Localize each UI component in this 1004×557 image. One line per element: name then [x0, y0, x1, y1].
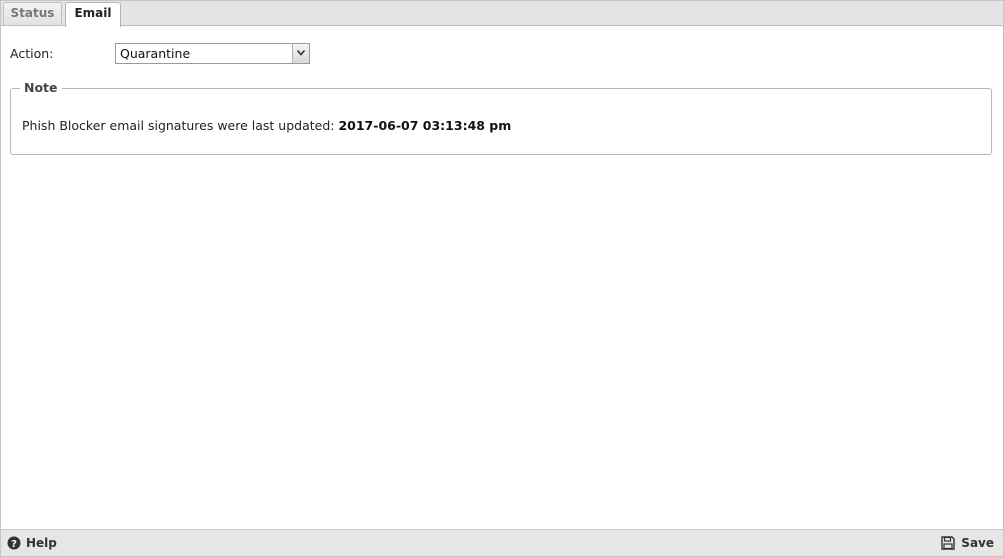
settings-panel: Status Email Action: Quarantine Note Phi…	[0, 0, 1004, 557]
svg-text:?: ?	[11, 539, 17, 550]
tab-bar: Status Email	[1, 1, 1003, 27]
note-text: Phish Blocker email signatures were last…	[22, 118, 511, 133]
chevron-down-icon[interactable]	[292, 44, 309, 63]
note-fieldset: Note Phish Blocker email signatures were…	[10, 81, 992, 155]
floppy-disk-icon	[941, 536, 955, 555]
help-label: Help	[26, 536, 57, 550]
help-button[interactable]: ? Help	[7, 534, 57, 552]
help-circle-icon: ?	[7, 536, 21, 555]
note-legend: Note	[20, 81, 62, 95]
action-select-value: Quarantine	[120, 46, 191, 61]
note-message: Phish Blocker email signatures were last…	[22, 118, 335, 133]
tab-status[interactable]: Status	[3, 2, 62, 25]
save-button[interactable]: Save	[941, 534, 994, 552]
signature-update-date: 2017-06-07 03:13:48 pm	[338, 118, 512, 133]
action-label: Action:	[10, 46, 54, 61]
tab-email[interactable]: Email	[65, 2, 121, 27]
footer-bar: ? Help Save	[1, 529, 1003, 556]
action-select[interactable]: Quarantine	[115, 43, 310, 64]
save-label: Save	[961, 536, 994, 550]
